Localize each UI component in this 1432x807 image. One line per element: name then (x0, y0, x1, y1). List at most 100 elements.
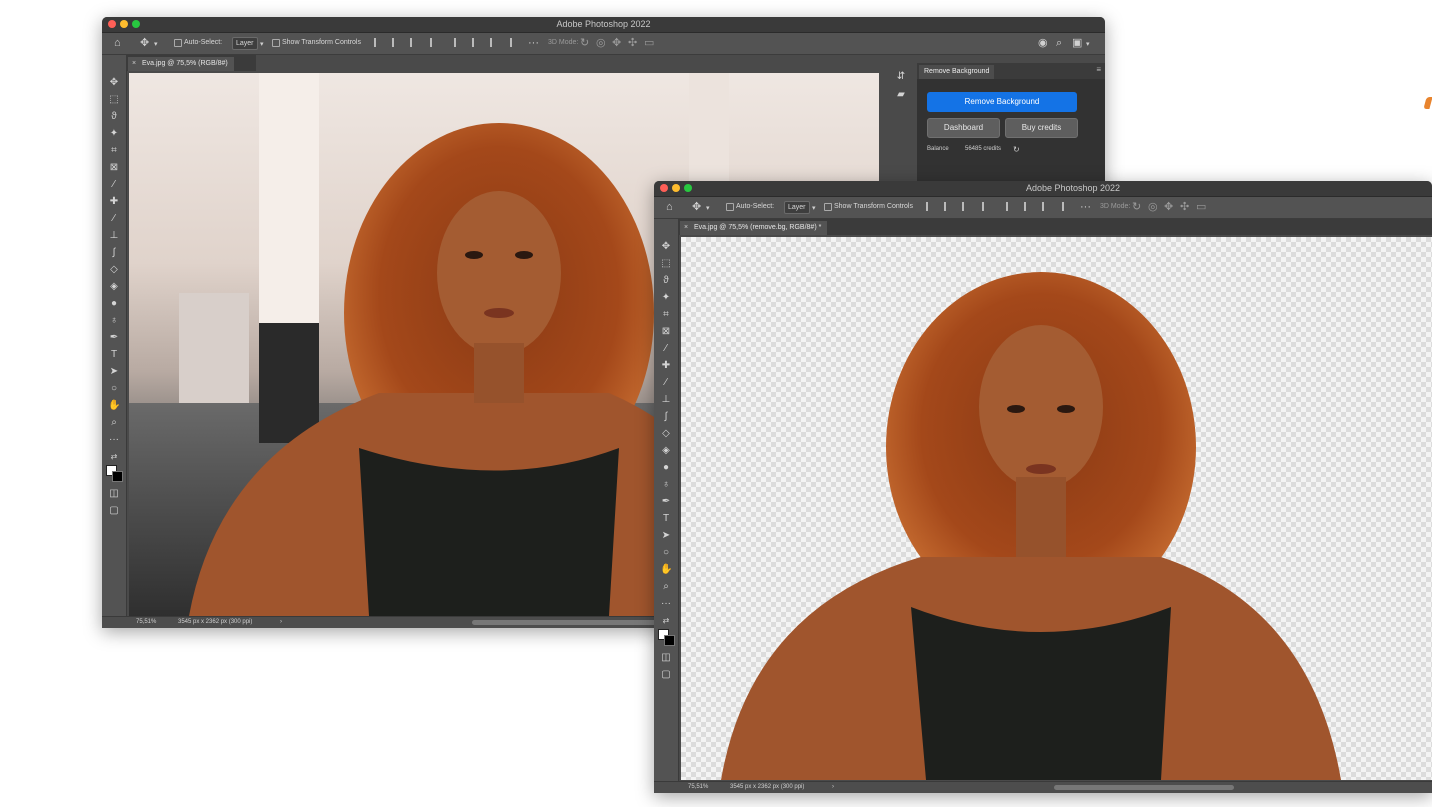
move-tool-icon[interactable]: ✥ (660, 241, 672, 253)
user-icon[interactable]: ◉ (1038, 37, 1048, 49)
marquee-tool-icon[interactable]: ⬚ (108, 94, 120, 106)
align-left-icon[interactable] (374, 38, 384, 47)
zoom-tool-icon[interactable]: ⌕ (108, 417, 120, 429)
blur-tool-icon[interactable]: ● (108, 298, 120, 310)
dashboard-button[interactable]: Dashboard (927, 118, 1000, 138)
type-tool-icon[interactable]: T (108, 349, 120, 361)
brush-tool-icon[interactable]: ∕ (660, 377, 672, 389)
align-left-icon[interactable] (926, 202, 936, 211)
gradient-tool-icon[interactable]: ◈ (108, 281, 120, 293)
eraser-tool-icon[interactable]: ◇ (660, 428, 672, 440)
brush-tool-icon[interactable]: ∕ (108, 213, 120, 225)
3d-rotate-icon[interactable]: ↻ (580, 37, 589, 49)
edit-toolbar-icon[interactable]: ··· (108, 434, 120, 446)
distribute-vertical-icon[interactable] (1062, 202, 1072, 211)
close-tab-icon[interactable]: × (684, 221, 688, 235)
align-middle-icon[interactable] (472, 38, 482, 47)
auto-select-checkbox[interactable] (726, 203, 734, 211)
eyedropper-tool-icon[interactable]: ⁄ (660, 343, 672, 355)
horizontal-scrollbar[interactable] (1054, 785, 1234, 790)
dodge-tool-icon[interactable]: ♁ (108, 315, 120, 327)
align-top-icon[interactable] (454, 38, 464, 47)
canvas-removed-background[interactable] (681, 237, 1432, 780)
stamp-tool-icon[interactable]: ⊥ (108, 230, 120, 242)
chevron-down-icon[interactable]: ▾ (1086, 39, 1090, 51)
more-options-icon[interactable]: ··· (1080, 201, 1091, 213)
magic-wand-tool-icon[interactable]: ✦ (108, 128, 120, 140)
workspace-icon[interactable]: ▣ (1072, 37, 1082, 49)
show-transform-checkbox[interactable] (272, 39, 280, 47)
frame-tool-icon[interactable]: ⊠ (660, 326, 672, 338)
chevron-down-icon[interactable]: ▾ (154, 39, 158, 51)
document-tab[interactable]: × Eva.jpg @ 75,5% (RGB/8#) (128, 57, 234, 71)
chevron-down-icon[interactable]: ▾ (260, 39, 264, 51)
frame-tool-icon[interactable]: ⊠ (108, 162, 120, 174)
path-selection-tool-icon[interactable]: ➤ (108, 366, 120, 378)
healing-brush-tool-icon[interactable]: ✚ (108, 196, 120, 208)
history-brush-tool-icon[interactable]: ∫ (660, 411, 672, 423)
chevron-down-icon[interactable]: ▾ (812, 203, 816, 215)
3d-scale-icon[interactable]: ▭ (1196, 201, 1206, 213)
close-tab-icon[interactable]: × (132, 57, 136, 71)
3d-roll-icon[interactable]: ◎ (596, 37, 606, 49)
screen-mode-icon[interactable]: ▢ (660, 669, 672, 681)
eyedropper-tool-icon[interactable]: ⁄ (108, 179, 120, 191)
crop-tool-icon[interactable]: ⌗ (108, 145, 120, 157)
quick-mask-icon[interactable]: ◫ (108, 488, 120, 500)
pen-tool-icon[interactable]: ✒ (660, 496, 672, 508)
background-color-swatch[interactable] (664, 635, 675, 646)
pen-tool-icon[interactable]: ✒ (108, 332, 120, 344)
home-icon[interactable]: ⌂ (666, 201, 673, 213)
status-doc-info[interactable]: 3545 px x 2362 px (300 ppi) (730, 784, 804, 790)
3d-slide-icon[interactable]: ✣ (628, 37, 637, 49)
move-tool-icon[interactable]: ✥ (692, 201, 701, 213)
3d-rotate-icon[interactable]: ↻ (1132, 201, 1141, 213)
3d-pan-icon[interactable]: ✥ (612, 37, 621, 49)
dodge-tool-icon[interactable]: ♁ (660, 479, 672, 491)
align-bottom-icon[interactable] (490, 38, 500, 47)
zoom-window-button[interactable] (684, 184, 692, 192)
horizontal-scrollbar[interactable] (472, 620, 672, 625)
close-window-button[interactable] (660, 184, 668, 192)
stamp-tool-icon[interactable]: ⊥ (660, 394, 672, 406)
align-center-icon[interactable] (944, 202, 954, 211)
distribute-vertical-icon[interactable] (510, 38, 520, 47)
blur-tool-icon[interactable]: ● (660, 462, 672, 474)
history-brush-tool-icon[interactable]: ∫ (108, 247, 120, 259)
align-center-icon[interactable] (392, 38, 402, 47)
3d-roll-icon[interactable]: ◎ (1148, 201, 1158, 213)
align-right-icon[interactable] (410, 38, 420, 47)
layer-dropdown[interactable]: Layer (784, 201, 810, 214)
buy-credits-button[interactable]: Buy credits (1005, 118, 1078, 138)
panel-tab[interactable]: Remove Background (919, 65, 995, 79)
background-color-swatch[interactable] (112, 471, 123, 482)
hand-tool-icon[interactable]: ✋ (660, 564, 672, 576)
distribute-icon[interactable] (430, 38, 440, 47)
refresh-icon[interactable]: ↻ (1013, 145, 1020, 154)
type-tool-icon[interactable]: T (660, 513, 672, 525)
eraser-tool-icon[interactable]: ◇ (108, 264, 120, 276)
align-right-icon[interactable] (962, 202, 972, 211)
distribute-icon[interactable] (982, 202, 992, 211)
minimize-window-button[interactable] (672, 184, 680, 192)
screen-mode-icon[interactable]: ▢ (108, 505, 120, 517)
quick-mask-icon[interactable]: ◫ (660, 652, 672, 664)
zoom-tool-icon[interactable]: ⌕ (660, 581, 672, 593)
auto-select-checkbox[interactable] (174, 39, 182, 47)
marquee-tool-icon[interactable]: ⬚ (660, 258, 672, 270)
plugin-panel-icon[interactable]: ⇵ (895, 71, 907, 83)
status-zoom[interactable]: 75,51% (688, 784, 708, 790)
home-icon[interactable]: ⌂ (114, 37, 121, 49)
status-chevron-icon[interactable]: › (280, 619, 282, 625)
more-options-icon[interactable]: ··· (528, 37, 539, 49)
3d-scale-icon[interactable]: ▭ (644, 37, 654, 49)
lasso-tool-icon[interactable]: ϑ (108, 111, 120, 123)
document-tab[interactable]: × Eva.jpg @ 75,5% (remove.bg, RGB/8#) * (680, 221, 828, 235)
layer-dropdown[interactable]: Layer (232, 37, 258, 50)
lasso-tool-icon[interactable]: ϑ (660, 275, 672, 287)
show-transform-checkbox[interactable] (824, 203, 832, 211)
3d-slide-icon[interactable]: ✣ (1180, 201, 1189, 213)
3d-pan-icon[interactable]: ✥ (1164, 201, 1173, 213)
comments-icon[interactable]: ▰ (895, 89, 907, 101)
panel-menu-icon[interactable]: ≡ (1096, 65, 1101, 74)
